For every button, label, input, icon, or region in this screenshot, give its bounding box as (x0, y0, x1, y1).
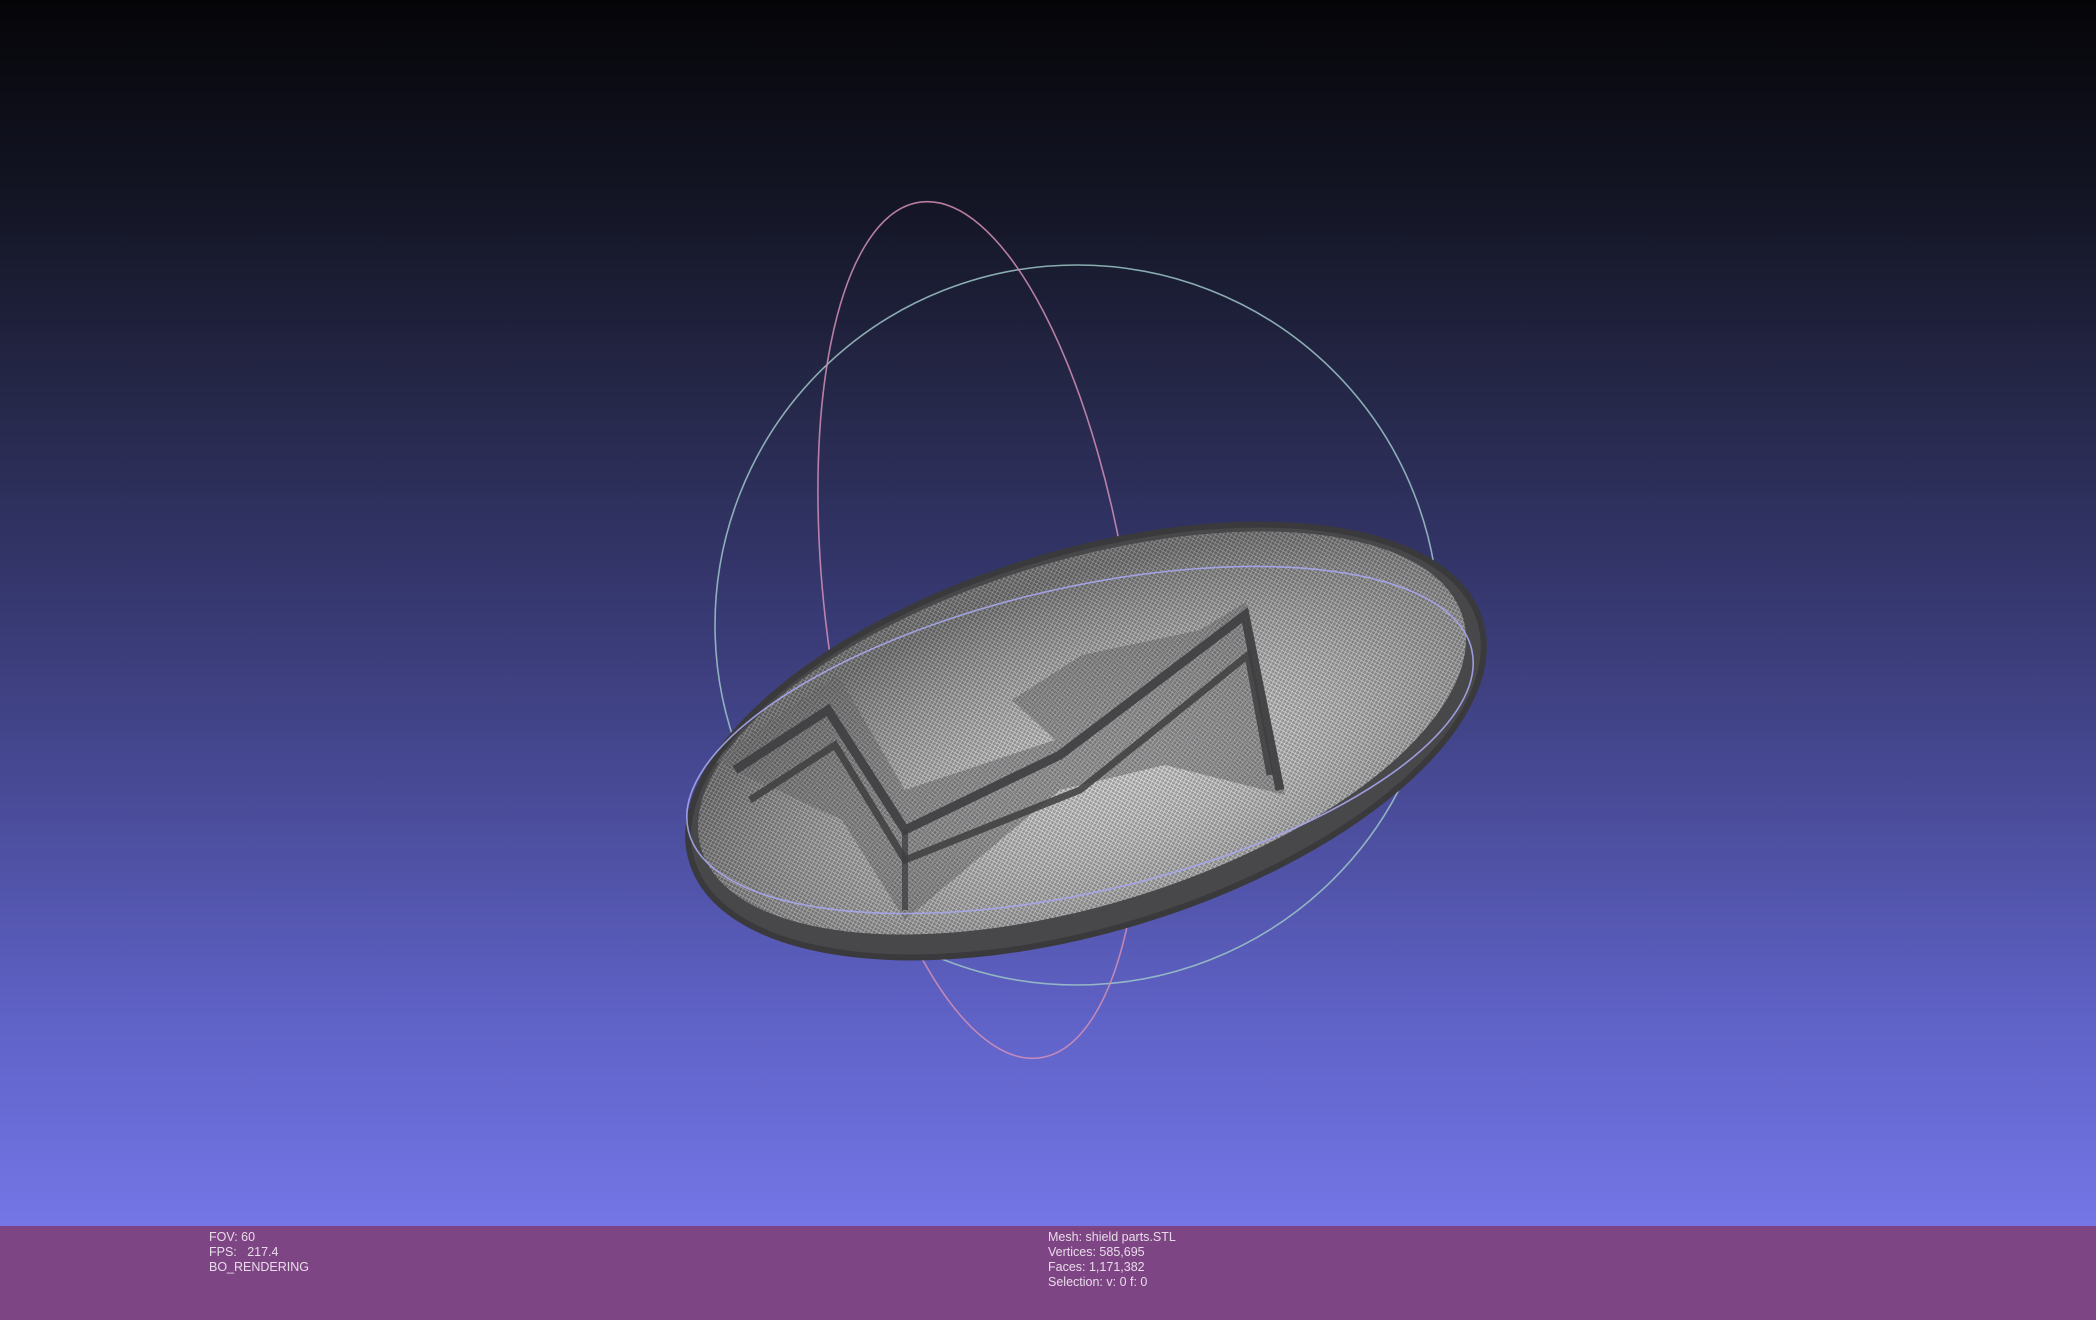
scene-canvas[interactable] (0, 0, 2096, 1226)
render-info: FOV: 60 FPS: 217.4 BO_RENDERING (209, 1230, 309, 1275)
faces-label: Faces: 1,171,382 (1048, 1260, 1145, 1274)
selection-label: Selection: v: 0 f: 0 (1048, 1275, 1148, 1289)
render-mode-label: BO_RENDERING (209, 1260, 310, 1274)
shield-mesh[interactable] (637, 441, 1535, 1041)
info-bar: FOV: 60 FPS: 217.4 BO_RENDERING Mesh: sh… (0, 1226, 2096, 1320)
3d-viewport[interactable] (0, 0, 2096, 1226)
fov-label: FOV: 60 (209, 1230, 256, 1244)
vertices-label: Vertices: 585,695 (1048, 1245, 1145, 1259)
mesh-name-label: Mesh: shield parts.STL (1048, 1230, 1176, 1244)
fps-label: FPS: 217.4 (209, 1245, 279, 1259)
mesh-info: Mesh: shield parts.STL Vertices: 585,695… (1048, 1230, 1176, 1290)
